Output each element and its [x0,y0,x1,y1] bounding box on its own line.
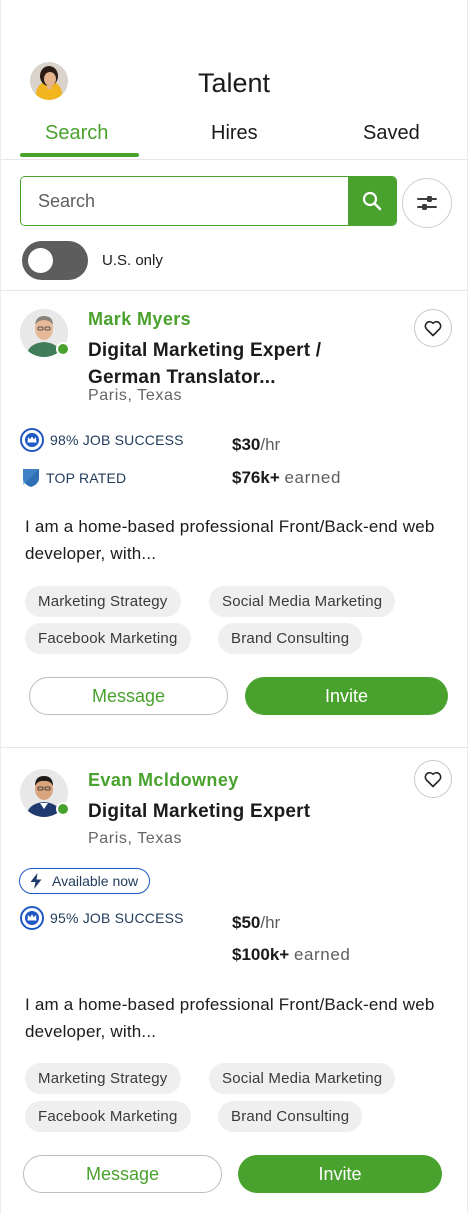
skill-chip[interactable]: Facebook Marketing [25,1101,191,1132]
earned-unit: earned [293,945,351,964]
invite-button[interactable]: Invite [238,1155,442,1193]
skill-chip[interactable]: Brand Consulting [218,1101,363,1132]
freelancer-card: Evan Mcldowney Digital Marketing Expert … [1,747,467,1214]
tab-search[interactable]: Search [45,122,108,145]
rate-unit: /hr [260,913,281,932]
total-earned: $100k+ earned [232,945,350,965]
freelancer-name[interactable]: Mark Myers [88,309,191,330]
top-rated-text: TOP RATED [46,470,127,486]
job-success-badge: 98% JOB SUCCESS [20,428,184,452]
freelancer-card: Mark Myers Digital Marketing Expert / Ge… [1,290,467,748]
freelancer-bio: I am a home-based professional Front/Bac… [25,995,435,1041]
job-success-text: 95% JOB SUCCESS [50,910,184,926]
crown-badge-icon [20,906,44,930]
message-button[interactable]: Message [23,1155,222,1193]
save-favorite-button[interactable] [414,309,452,347]
available-now-text: Available now [52,873,139,889]
toggle-knob [28,248,53,273]
shield-badge-icon [23,469,39,487]
hourly-rate: $50/hr [232,913,280,933]
filter-button[interactable] [402,178,452,228]
skill-chip[interactable]: Marketing Strategy [25,1063,181,1094]
tab-saved[interactable]: Saved [363,122,420,145]
search-icon [362,191,382,211]
us-only-toggle[interactable] [22,241,88,280]
top-rated-badge: TOP RATED [22,468,126,488]
job-success-text: 98% JOB SUCCESS [50,432,184,448]
freelancer-location: Paris, Texas [88,830,183,847]
active-tab-indicator [20,153,139,157]
talent-screen: Talent Search Hires Saved U.S. only [0,0,468,1214]
crown-badge-icon [20,428,44,452]
search-bar [20,176,397,226]
freelancer-bio: I am a home-based professional Front/Bac… [25,517,435,563]
earned-unit: earned [284,468,342,487]
earned-amount: $76k+ [232,468,280,487]
hourly-rate: $30/hr [232,435,280,455]
freelancer-location: Paris, Texas [88,387,183,404]
invite-button[interactable]: Invite [245,677,448,715]
sliders-icon [417,196,437,210]
search-button[interactable] [348,177,396,225]
page-title: Talent [197,68,271,98]
save-favorite-button[interactable] [414,760,452,798]
rate-amount: $30 [232,435,261,454]
tab-hires[interactable]: Hires [211,122,258,145]
job-success-badge: 95% JOB SUCCESS [20,906,184,930]
rate-unit: /hr [260,435,281,454]
skill-chip[interactable]: Social Media Marketing [209,586,396,617]
tab-bar: Search Hires Saved [1,122,467,160]
us-only-label: U.S. only [102,252,163,269]
freelancer-name[interactable]: Evan Mcldowney [88,770,239,791]
skill-chip[interactable]: Marketing Strategy [25,586,181,617]
freelancer-avatar[interactable] [20,769,70,817]
online-status-dot [56,802,70,816]
online-status-dot [56,342,70,356]
earned-amount: $100k+ [232,945,290,964]
app-header: Talent Search Hires Saved [1,0,467,160]
skill-chip[interactable]: Social Media Marketing [209,1063,396,1094]
skill-chip[interactable]: Brand Consulting [218,623,363,654]
skill-chip[interactable]: Facebook Marketing [25,623,191,654]
freelancer-headline: Digital Marketing Expert / German Transl… [88,340,322,388]
rate-amount: $50 [232,913,261,932]
lightning-icon [30,873,42,889]
available-now-badge: Available now [19,868,151,894]
search-input[interactable] [21,177,349,225]
freelancer-headline: Digital Marketing Expert [88,801,311,822]
heart-icon [424,771,442,787]
heart-icon [424,320,442,336]
freelancer-avatar[interactable] [20,309,70,357]
message-button[interactable]: Message [29,677,228,715]
total-earned: $76k+ earned [232,468,341,488]
